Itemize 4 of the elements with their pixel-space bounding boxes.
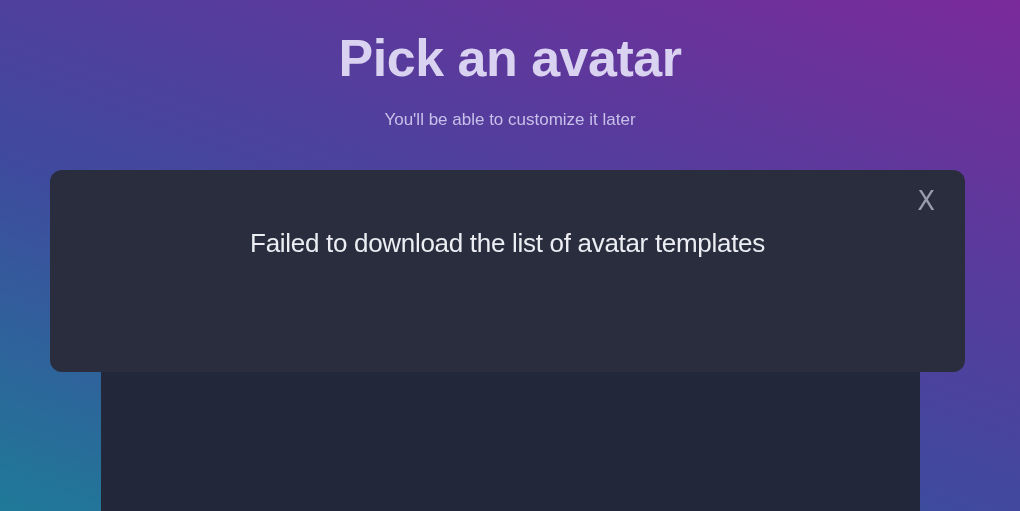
error-message: Failed to download the list of avatar templates — [250, 228, 765, 260]
page-title: Pick an avatar — [338, 28, 682, 88]
close-button[interactable]: X — [915, 186, 937, 216]
page-subtitle: You'll be able to customize it later — [384, 110, 636, 130]
